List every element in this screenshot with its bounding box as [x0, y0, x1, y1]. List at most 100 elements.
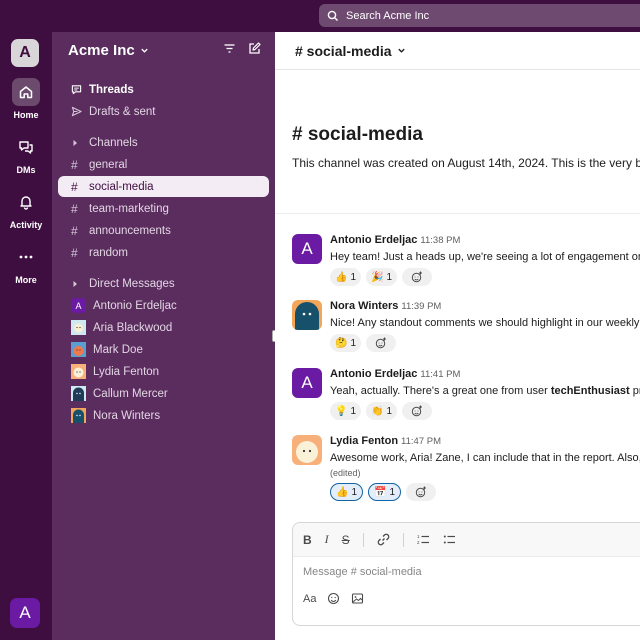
- channel-label: announcements: [89, 224, 171, 237]
- message-author[interactable]: Antonio Erdeljac: [330, 368, 417, 380]
- channel-label: social-media: [89, 180, 154, 193]
- reaction-pill[interactable]: 💡 1: [330, 402, 362, 420]
- reaction-emoji: 👍: [336, 486, 349, 498]
- avatar: [71, 408, 86, 423]
- search-placeholder: Search Acme Inc: [346, 9, 430, 22]
- workspace-name[interactable]: Acme Inc: [68, 42, 149, 59]
- channels-section-toggle[interactable]: Channels: [58, 132, 269, 153]
- reaction-pill[interactable]: 👍 1: [330, 268, 362, 286]
- hash-icon: #: [71, 179, 78, 194]
- channel-label: team-marketing: [89, 202, 169, 215]
- image-icon[interactable]: [351, 592, 364, 605]
- italic-icon[interactable]: I: [325, 532, 329, 547]
- avatar[interactable]: [292, 300, 322, 330]
- bold-icon[interactable]: B: [303, 533, 312, 547]
- sidebar-item-dm[interactable]: Callum Mercer: [58, 383, 269, 404]
- channel-intro-text: This channel was created on August 14th,…: [292, 156, 640, 170]
- avatar[interactable]: [292, 435, 322, 465]
- add-reaction-button[interactable]: [406, 483, 437, 501]
- workspace-button[interactable]: A: [11, 39, 39, 67]
- app-rail: A Home DMs Activity More A: [0, 32, 52, 640]
- sidebar-item-drafts[interactable]: Drafts & sent: [58, 101, 269, 122]
- dm-label: Mark Doe: [93, 343, 143, 356]
- rail-dms[interactable]: DMs: [0, 133, 52, 175]
- sidebar-item-dm[interactable]: A Antonio Erdeljac: [58, 295, 269, 316]
- dm-label: Aria Blackwood: [93, 321, 173, 334]
- reaction-pill[interactable]: 🎉 1: [366, 268, 398, 286]
- sidebar-item-label: Drafts & sent: [89, 105, 156, 118]
- rail-activity[interactable]: Activity: [0, 188, 52, 230]
- avatar[interactable]: A: [292, 368, 322, 398]
- add-reaction-button[interactable]: [366, 334, 397, 352]
- message-time[interactable]: 11:41 PM: [420, 369, 460, 380]
- sidebar: Acme Inc Threads Drafts & sent Channels …: [52, 32, 275, 640]
- ordered-list-icon[interactable]: 12: [417, 533, 430, 546]
- chevron-down-icon: [397, 48, 405, 53]
- rail-more-label: More: [15, 275, 37, 285]
- message-text: Hey team! Just a heads up, we're seeing …: [330, 251, 640, 263]
- sidebar-item-threads[interactable]: Threads: [58, 79, 269, 100]
- chevron-down-icon: [141, 48, 148, 53]
- message-time[interactable]: 11:38 PM: [420, 235, 460, 246]
- message-author[interactable]: Lydia Fenton: [330, 435, 398, 447]
- avatar: [71, 386, 86, 401]
- sidebar-item-dm[interactable]: Aria Blackwood: [58, 317, 269, 338]
- hash-icon: #: [71, 157, 78, 172]
- home-icon: [19, 86, 33, 99]
- sidebar-item-channel[interactable]: # general: [58, 154, 269, 175]
- rail-home[interactable]: Home: [0, 78, 52, 120]
- message-time[interactable]: 11:39 PM: [401, 301, 441, 312]
- reaction-pill[interactable]: 🤔 1: [330, 334, 362, 352]
- reaction-pill[interactable]: 📅 1: [368, 483, 402, 501]
- dm-label: Callum Mercer: [93, 387, 168, 400]
- message-time[interactable]: 11:47 PM: [401, 436, 441, 447]
- reaction-pill[interactable]: 👏 1: [366, 402, 398, 420]
- message-text: Awesome work, Aria! Zane, I can include …: [330, 452, 640, 464]
- top-bar: Search Acme Inc: [0, 0, 640, 32]
- reaction-pill[interactable]: 👍 1: [330, 483, 364, 501]
- emoji-icon[interactable]: [327, 592, 340, 605]
- reaction-count: 1: [386, 405, 393, 417]
- channel-label: general: [89, 158, 128, 171]
- add-emoji-icon: [375, 337, 387, 349]
- user-avatar-button[interactable]: A: [10, 598, 40, 628]
- divider: [362, 532, 364, 547]
- search-bar[interactable]: Search Acme Inc: [319, 4, 640, 27]
- sidebar-item-channel-active[interactable]: # social-media: [58, 176, 269, 197]
- compose-icon[interactable]: [248, 42, 261, 55]
- message-input[interactable]: Message # social-media: [303, 566, 422, 578]
- hash-icon: #: [71, 245, 78, 260]
- dm-label: Nora Winters: [93, 409, 161, 422]
- send-icon: [71, 106, 82, 117]
- text-format-button[interactable]: Aa: [303, 593, 316, 605]
- message-author[interactable]: Antonio Erdeljac: [330, 234, 417, 246]
- strikethrough-icon[interactable]: S: [342, 533, 350, 547]
- reaction-count: 1: [350, 337, 357, 349]
- filter-icon[interactable]: [223, 42, 236, 55]
- add-reaction-button[interactable]: [402, 402, 433, 420]
- message-author[interactable]: Nora Winters: [330, 300, 398, 312]
- avatar[interactable]: A: [292, 234, 322, 264]
- dms-icon: [19, 141, 33, 154]
- sidebar-item-channel[interactable]: # random: [58, 242, 269, 263]
- bullet-list-icon[interactable]: [443, 533, 456, 546]
- reaction-emoji: 👏: [371, 405, 384, 417]
- link-icon[interactable]: [377, 533, 390, 546]
- sidebar-item-dm[interactable]: Mark Doe: [58, 339, 269, 360]
- sidebar-item-dm[interactable]: Lydia Fenton: [58, 361, 269, 382]
- channel-label: random: [89, 246, 128, 259]
- rail-dms-label: DMs: [16, 165, 36, 175]
- svg-text:1: 1: [417, 534, 420, 539]
- sidebar-item-channel[interactable]: # team-marketing: [58, 198, 269, 219]
- message-text: Yeah, actually. There's a great one from…: [330, 385, 640, 397]
- sidebar-item-channel[interactable]: # announcements: [58, 220, 269, 241]
- rail-activity-label: Activity: [9, 220, 43, 230]
- add-reaction-button[interactable]: [402, 268, 433, 286]
- channel-header[interactable]: # social-media: [275, 32, 640, 70]
- rail-more[interactable]: More: [0, 243, 52, 285]
- dm-label: Lydia Fenton: [93, 365, 160, 378]
- add-emoji-icon: [415, 486, 427, 498]
- sidebar-item-dm[interactable]: Nora Winters: [58, 405, 269, 426]
- dm-section-toggle[interactable]: Direct Messages: [58, 273, 269, 294]
- hash-icon: #: [71, 223, 78, 238]
